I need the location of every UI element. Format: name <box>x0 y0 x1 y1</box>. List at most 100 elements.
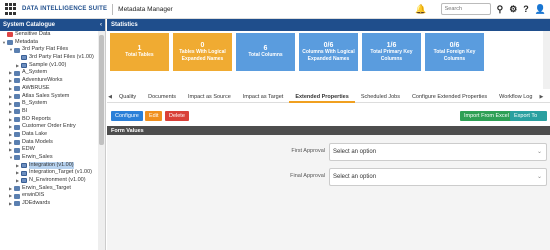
tree-item[interactable]: ▶ Atlas Sales System <box>0 93 99 101</box>
chevron-down-icon[interactable]: ⌄ <box>537 148 542 155</box>
stats-cards: 1 Total Tables 0 Tables With Logical Expand… <box>110 33 540 89</box>
database-icon <box>14 147 20 153</box>
database-icon <box>14 101 20 107</box>
delete-button[interactable]: Delete <box>165 111 189 121</box>
edit-button[interactable]: Edit <box>145 111 163 121</box>
tree-item[interactable]: ▶ Sample (v1.00) <box>0 62 99 70</box>
form-row: Final Approval Select an option ⌄ <box>107 168 550 186</box>
tab-configure-extended-properties[interactable]: Configure Extended Properties <box>406 91 493 103</box>
stat-value: 6 <box>263 45 268 53</box>
tree-item[interactable]: ▶ Data Lake <box>0 131 99 139</box>
stat-card[interactable]: 0/6 Columns With Logical Expanded Names <box>299 33 358 71</box>
tree-item[interactable]: ▼ Erwin_Sales <box>0 154 99 162</box>
tree-item-label: AWBRUSE <box>22 84 50 91</box>
database-icon <box>14 116 20 122</box>
field-label: Final Approval <box>290 173 325 179</box>
tree-item[interactable]: ▶ JDEdwards <box>0 200 99 208</box>
search-icon[interactable]: ⚲ <box>497 4 504 15</box>
sidebar-title: System Catalogue <box>3 22 56 28</box>
database-icon <box>14 47 20 53</box>
tree-item[interactable]: 3rd Party Flat Files (v1.00) <box>0 54 99 62</box>
tree-item[interactable]: ▼ 3rd Party Flat Files <box>0 46 99 54</box>
main-panel: Statistics 1 Total Tables 0 Tables With Log… <box>107 19 550 250</box>
approval-select[interactable]: Select an option ⌄ <box>329 168 547 186</box>
stat-label: Tables With Logical Expanded Names <box>179 49 226 62</box>
tab-impact-as-target[interactable]: Impact as Target <box>237 91 290 103</box>
tree-item-label: Integration (v1.00) <box>29 161 74 170</box>
scrollbar-thumb[interactable] <box>99 35 104 145</box>
tree-item-label: Data Models <box>22 138 53 145</box>
tree-item[interactable]: ▶ erwinDIS <box>0 192 99 200</box>
tree-item-label: Customer Order Entry <box>22 123 76 130</box>
tab-impact-as-source[interactable]: Impact as Source <box>182 91 237 103</box>
stat-value: 0/6 <box>449 42 460 49</box>
tab-extended-properties[interactable]: Extended Properties <box>289 91 355 103</box>
tree-item[interactable]: Sensitive Data <box>0 31 99 39</box>
database-icon <box>14 70 20 76</box>
tree-item[interactable]: ▶ B_System <box>0 100 99 108</box>
tree-item-label: N_Environment (v1.00) <box>29 177 86 184</box>
stats-scrollbar[interactable] <box>543 31 550 89</box>
table-icon <box>21 170 27 176</box>
tab-documents[interactable]: Documents <box>142 91 182 103</box>
stat-card[interactable]: 6 Total Columns <box>236 33 295 71</box>
database-icon <box>14 78 20 84</box>
select-value: Select an option <box>333 174 377 180</box>
tree-item-label: erwinDIS <box>22 192 45 199</box>
tab-scroll-right-icon[interactable]: ▶ <box>538 94 544 100</box>
export-excel-button[interactable]: Export To Excel <box>510 111 547 129</box>
app-grid-icon[interactable] <box>5 3 17 15</box>
chevron-down-icon[interactable]: ⌄ <box>537 173 542 180</box>
tab-scheduled-jobs[interactable]: Scheduled Jobs <box>355 91 406 103</box>
import-excel-button[interactable]: Import From Excel <box>460 111 513 121</box>
stat-card[interactable]: 1/6 Total Primary Key Columns <box>362 33 421 71</box>
stat-label: Total Tables <box>125 52 154 59</box>
search-input[interactable] <box>440 3 491 15</box>
brand-logo: DATA INTELLIGENCE SUITE <box>22 6 108 12</box>
gear-icon[interactable]: ⚙ <box>509 4 517 15</box>
sidebar-scrollbar[interactable] <box>98 31 105 250</box>
tree-item[interactable]: ▶ Erwin_Sales_Target <box>0 185 99 193</box>
tree-item-label: BO Reports <box>22 115 51 122</box>
collapse-icon[interactable]: ‹ <box>100 22 102 28</box>
stat-card[interactable]: 1 Total Tables <box>110 33 169 71</box>
stat-label: Total Primary Key Columns <box>370 49 413 62</box>
tree-item[interactable]: ▶ AdventureWorks <box>0 77 99 85</box>
catalogue-tree: Sensitive Data ▼ Metadata ▼ 3rd Party Flat F… <box>0 31 99 250</box>
user-icon[interactable]: 👤 <box>535 4 546 15</box>
bell-icon[interactable]: 🔔 <box>415 4 426 15</box>
tree-item[interactable]: ▶ N_Environment (v1.00) <box>0 177 99 185</box>
tree-item[interactable]: ▶ BO Reports <box>0 116 99 124</box>
tree-item-label: AdventureWorks <box>22 77 63 84</box>
stat-label: Total Columns <box>248 52 283 59</box>
tree-item[interactable]: ▶ Integration_Target (v1.00) <box>0 169 99 177</box>
tree-item[interactable]: ▶ Data Models <box>0 139 99 147</box>
help-icon[interactable]: ? <box>523 4 529 14</box>
database-icon <box>14 132 20 138</box>
database-icon <box>7 40 13 46</box>
table-icon <box>21 178 27 184</box>
tree-item[interactable]: ▶ EDW <box>0 146 99 154</box>
tab-quality[interactable]: Quality <box>113 91 142 103</box>
tree-item[interactable]: ▼ Metadata <box>0 39 99 47</box>
database-icon <box>14 86 20 92</box>
stat-label: Total Foreign Key Columns <box>433 49 476 62</box>
stat-card[interactable]: 0/6 Total Foreign Key Columns <box>425 33 484 71</box>
form-values-body: First Approval Select an option ⌄ Final App… <box>107 135 550 250</box>
configure-button[interactable]: Configure <box>111 111 143 121</box>
tree-item[interactable]: ▶ BI <box>0 108 99 116</box>
tree-item[interactable]: ▶ Integration (v1.00) <box>0 161 99 170</box>
lock-icon <box>7 32 13 38</box>
tree-item[interactable]: ▶ Customer Order Entry <box>0 123 99 131</box>
tree-item-label: Sensitive Data <box>15 31 51 37</box>
tab-workflow-log[interactable]: Workflow Log <box>493 91 538 103</box>
approval-select[interactable]: Select an option ⌄ <box>329 143 547 161</box>
tree-item[interactable]: ▶ AWBRUSE <box>0 85 99 93</box>
stat-card[interactable]: 0 Tables With Logical Expanded Names <box>173 33 232 71</box>
divider <box>112 3 114 15</box>
database-icon <box>14 193 20 199</box>
tree-item-label: 3rd Party Flat Files (v1.00) <box>29 54 94 61</box>
database-icon <box>14 139 20 145</box>
statistics-header: Statistics <box>107 19 550 31</box>
tree-item[interactable]: ▶ A_System <box>0 69 99 77</box>
